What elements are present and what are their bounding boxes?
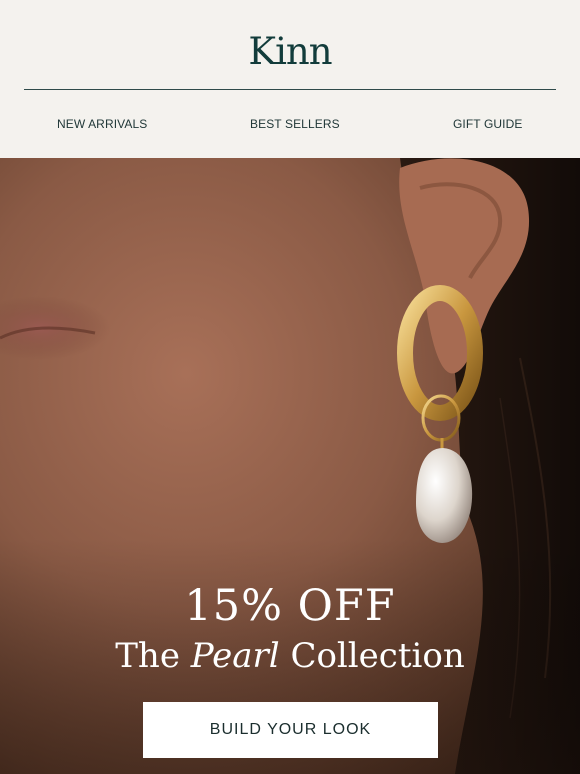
offer-headline: 15% OFF bbox=[184, 581, 396, 631]
nav-best-sellers[interactable]: BEST SELLERS bbox=[250, 117, 340, 132]
hero-image bbox=[0, 158, 580, 774]
collection-title: The Pearl Collection bbox=[0, 633, 580, 679]
header-divider bbox=[24, 89, 556, 90]
collection-suffix: Collection bbox=[279, 636, 465, 676]
collection-italic: Pearl bbox=[190, 636, 280, 676]
hero-banner[interactable]: 15% OFF The Pearl Collection BUILD YOUR … bbox=[0, 158, 580, 774]
build-your-look-button[interactable]: BUILD YOUR LOOK bbox=[143, 702, 438, 758]
email-page: Kinn NEW ARRIVALS BEST SELLERS GIFT GUID… bbox=[0, 0, 580, 774]
collection-prefix: The bbox=[115, 636, 191, 676]
brand-logo[interactable]: Kinn bbox=[0, 28, 580, 76]
header: Kinn NEW ARRIVALS BEST SELLERS GIFT GUID… bbox=[0, 0, 580, 158]
nav-gift-guide[interactable]: GIFT GUIDE bbox=[453, 117, 522, 132]
nav-new-arrivals[interactable]: NEW ARRIVALS bbox=[57, 117, 147, 132]
